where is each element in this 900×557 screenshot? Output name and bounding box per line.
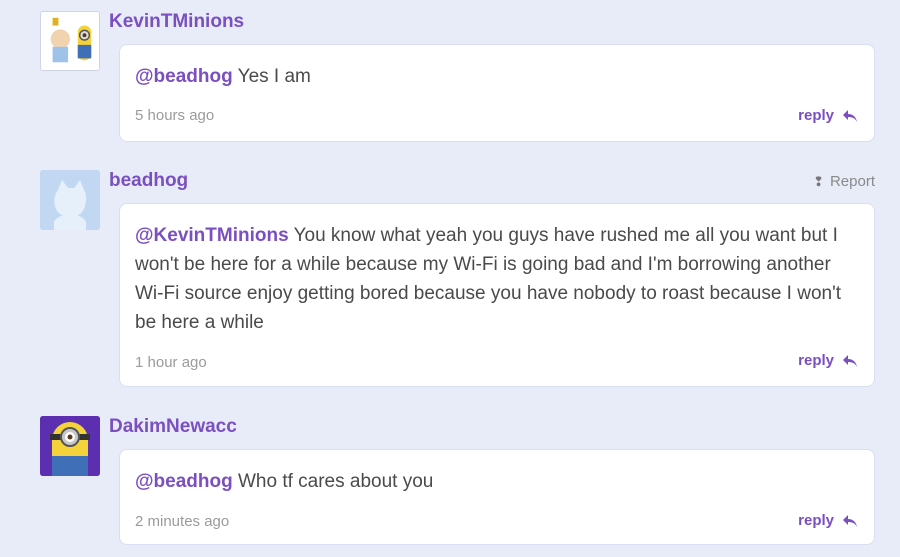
reply-arrow-icon (843, 109, 857, 122)
minion-avatar-icon (40, 416, 100, 476)
reply-label: reply (798, 512, 834, 529)
comment-text: @beadhog Who tf cares about you (135, 467, 846, 496)
timestamp: 2 minutes ago (135, 513, 230, 530)
mention-link[interactable]: @beadhog (135, 66, 233, 87)
avatar[interactable] (40, 170, 100, 230)
minion-avatar-icon (41, 12, 99, 70)
reply-arrow-icon (843, 354, 857, 367)
mention-link[interactable]: @KevinTMinions (135, 225, 289, 246)
avatar[interactable] (40, 11, 100, 71)
username[interactable]: KevinTMinions (109, 11, 244, 33)
flag-icon: ❢ (813, 173, 824, 189)
reply-button[interactable]: reply (798, 352, 858, 369)
username[interactable]: DakimNewacc (109, 416, 237, 438)
comment-body: Yes I am (232, 66, 311, 87)
comment-text: @KevinTMinions You know what yeah you gu… (135, 221, 846, 337)
reply-button[interactable]: reply (798, 512, 858, 529)
report-button[interactable]: ❢ Report (813, 173, 875, 190)
timestamp: 5 hours ago (135, 107, 215, 124)
reply-label: reply (798, 107, 834, 124)
reply-arrow-icon (843, 514, 857, 527)
comment-card: @beadhog Who tf cares about you 2 minute… (119, 449, 875, 545)
timestamp: 1 hour ago (135, 354, 207, 371)
mention-link[interactable]: @beadhog (135, 471, 233, 492)
username[interactable]: beadhog (109, 170, 188, 192)
reply-label: reply (798, 352, 834, 369)
report-label: Report (829, 173, 875, 190)
avatar[interactable] (40, 416, 100, 476)
comment-card: @beadhog Yes I am 5 hours ago reply (119, 44, 875, 142)
comment-text: @beadhog Yes I am (135, 62, 846, 91)
cat-avatar-icon (40, 170, 100, 230)
comment-body: Who tf cares about you (232, 471, 434, 492)
comment-card: @KevinTMinions You know what yeah you gu… (119, 203, 875, 387)
reply-button[interactable]: reply (798, 107, 858, 124)
